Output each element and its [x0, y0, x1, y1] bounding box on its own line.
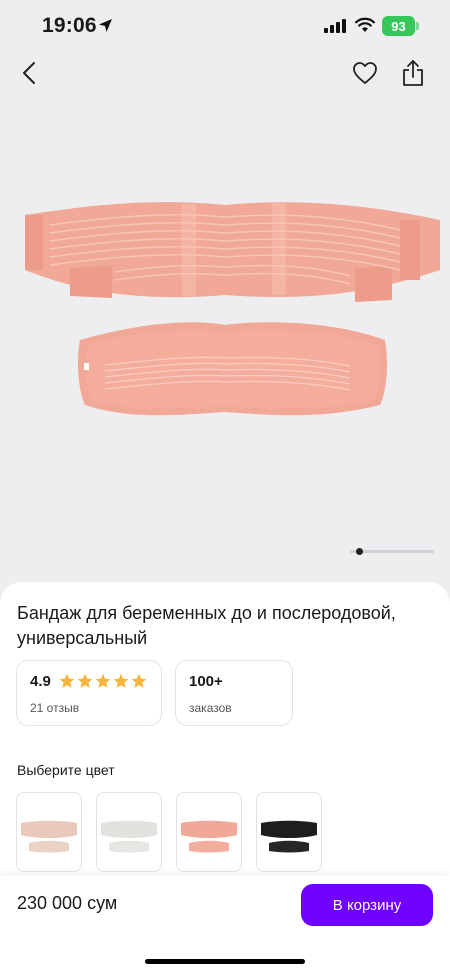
wifi-icon — [355, 17, 375, 32]
star-icon — [59, 673, 75, 688]
rating-value: 4.9 — [30, 673, 51, 690]
battery-tip — [416, 22, 419, 30]
color-option-beige[interactable] — [16, 792, 82, 872]
heart-icon — [353, 62, 377, 84]
color-option-pink[interactable] — [176, 792, 242, 872]
share-button[interactable] — [398, 58, 428, 88]
back-button[interactable] — [14, 58, 44, 88]
belt-small — [77, 322, 388, 416]
battery-level: 93 — [391, 18, 406, 34]
color-option-white[interactable] — [96, 792, 162, 872]
product-price: 230 000 сум — [17, 893, 118, 913]
orders-card: 100+ заказов — [175, 660, 293, 726]
image-pager-thumb — [356, 548, 363, 555]
rating-card[interactable]: 4.9 21 отзыв — [16, 660, 162, 726]
share-icon — [403, 60, 423, 86]
location-arrow-icon — [99, 19, 112, 32]
swatch-image-white — [101, 820, 157, 853]
add-to-cart-button[interactable]: В корзину — [301, 884, 433, 926]
swatch-image-black — [261, 820, 317, 853]
favorite-button[interactable] — [350, 58, 380, 88]
chevron-left-icon — [23, 62, 35, 84]
star-icon — [131, 673, 147, 688]
orders-count: 100+ — [189, 673, 223, 690]
star-icon — [113, 673, 129, 688]
swatch-image-beige — [21, 820, 77, 853]
clock: 19:06 — [42, 14, 97, 37]
star-icon — [95, 673, 111, 688]
home-indicator[interactable] — [145, 959, 305, 964]
swatch-image-pink — [181, 820, 237, 853]
star-icon — [77, 673, 93, 688]
status-bar: 19:06 93 — [0, 0, 450, 54]
orders-label: заказов — [189, 701, 232, 715]
belt-wide — [25, 202, 440, 302]
product-image[interactable] — [0, 120, 450, 550]
battery-indicator: 93 — [382, 16, 415, 36]
color-option-black[interactable] — [256, 792, 322, 872]
cellular-signal-icon — [324, 19, 346, 33]
rating-stars — [59, 673, 147, 689]
product-title: Бандаж для беременных до и послеродовой,… — [17, 603, 396, 648]
color-picker-label: Выберите цвет — [17, 762, 115, 778]
reviews-count: 21 отзыв — [30, 701, 80, 715]
